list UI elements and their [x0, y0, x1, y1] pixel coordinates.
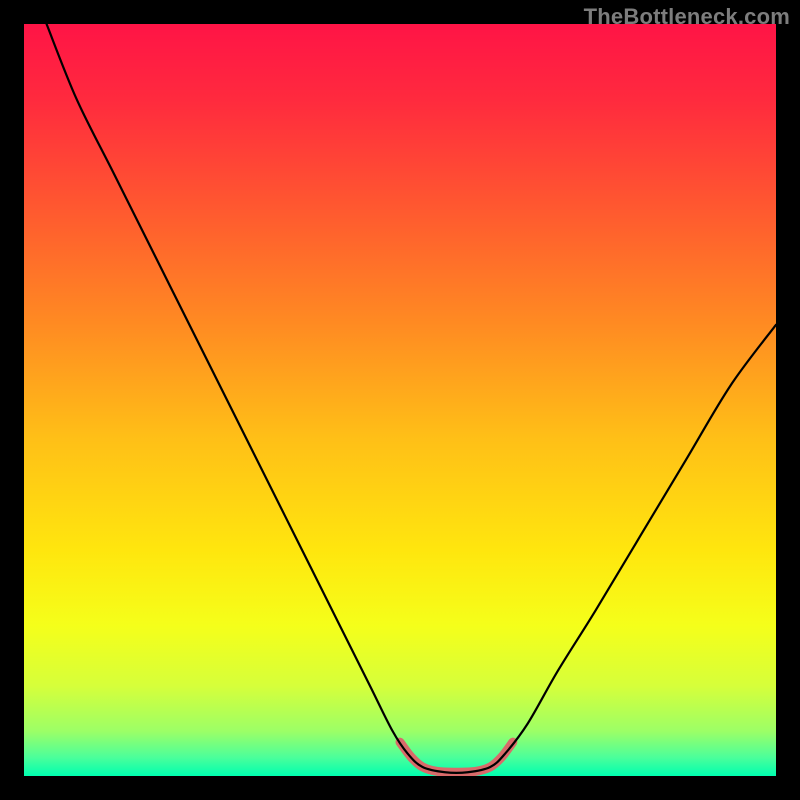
curve-layer [24, 24, 776, 776]
chart-container: TheBottleneck.com [0, 0, 800, 800]
plot-area [24, 24, 776, 776]
optimal-zone-highlight [400, 742, 513, 772]
bottleneck-curve [47, 24, 776, 773]
